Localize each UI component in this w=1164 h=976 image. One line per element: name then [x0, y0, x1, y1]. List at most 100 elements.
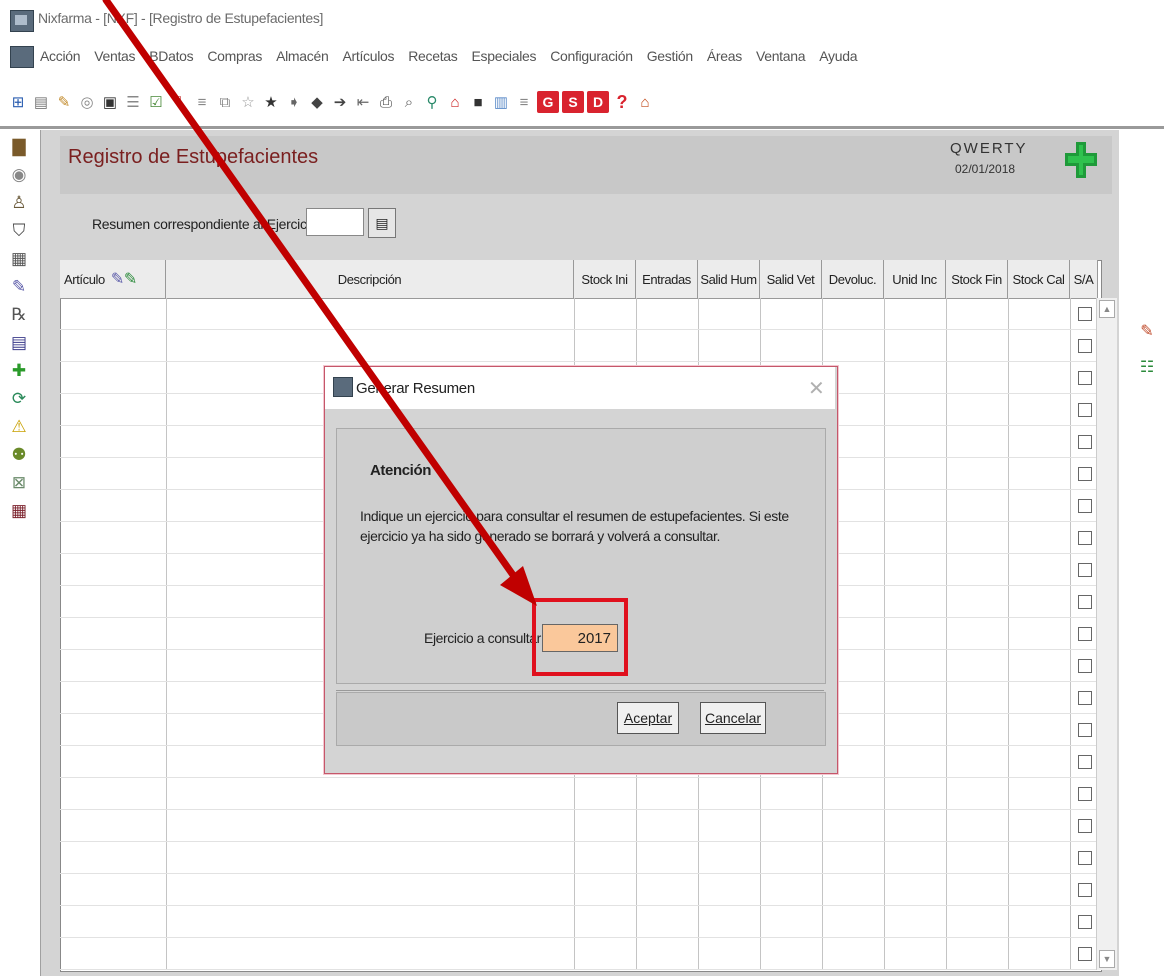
warning-icon[interactable]: ⚠ — [8, 416, 30, 438]
col-descripcion[interactable]: Descripción — [166, 260, 574, 298]
warehouse-icon[interactable]: ▦ — [8, 248, 30, 270]
row-sa-checkbox[interactable] — [1078, 627, 1092, 641]
exercise-input[interactable] — [306, 208, 364, 236]
col-devoluc[interactable]: Devoluc. — [822, 260, 884, 298]
accept-button[interactable]: Aceptar — [617, 702, 679, 734]
tree-icon[interactable]: ⊞ — [8, 92, 28, 112]
col-salid-hum[interactable]: Salid Hum — [698, 260, 760, 298]
print-icon[interactable]: ⎙ — [376, 92, 396, 112]
row-sa-checkbox[interactable] — [1078, 499, 1092, 513]
lock-icon[interactable]: ⌂ — [445, 92, 465, 112]
sync-icon[interactable]: ⟳ — [8, 388, 30, 410]
list-sort-icon[interactable]: ☷ — [1136, 356, 1158, 378]
database-icon[interactable]: ◉ — [8, 164, 30, 186]
row-sa-checkbox[interactable] — [1078, 307, 1092, 321]
star-outline-icon[interactable]: ☆ — [238, 92, 258, 112]
menu-recetas[interactable]: Recetas — [408, 48, 458, 64]
sales-icon[interactable]: ▇ — [8, 136, 30, 158]
row-sa-checkbox[interactable] — [1078, 659, 1092, 673]
row-sa-checkbox[interactable] — [1078, 851, 1092, 865]
menu-configuracion[interactable]: Configuración — [550, 48, 633, 64]
row-sa-checkbox[interactable] — [1078, 723, 1092, 737]
scroll-up-icon[interactable]: ▲ — [1099, 300, 1115, 318]
user-icon[interactable]: ⚲ — [422, 92, 442, 112]
stop-icon[interactable]: ■ — [468, 92, 488, 112]
notes-icon[interactable]: ≡ — [192, 92, 212, 112]
row-sa-checkbox[interactable] — [1078, 339, 1092, 353]
row-sa-checkbox[interactable] — [1078, 371, 1092, 385]
row-sa-checkbox[interactable] — [1078, 915, 1092, 929]
menu-app-icon[interactable] — [10, 46, 34, 68]
row-sa-checkbox[interactable] — [1078, 691, 1092, 705]
row-sa-checkbox[interactable] — [1078, 883, 1092, 897]
scroll-down-icon[interactable]: ▼ — [1099, 950, 1115, 968]
row-sa-checkbox[interactable] — [1078, 563, 1092, 577]
exit-icon[interactable]: ⌂ — [635, 92, 655, 112]
pharmacy-cross-icon[interactable]: ✚ — [8, 360, 30, 382]
row-sa-checkbox[interactable] — [1078, 467, 1092, 481]
close-icon[interactable]: ✕ — [808, 376, 825, 401]
cancel-button[interactable]: Cancelar — [700, 702, 766, 734]
menu-ayuda[interactable]: Ayuda — [819, 48, 857, 64]
d-button[interactable]: D — [587, 91, 609, 113]
edit-article-icon[interactable]: ✎ — [111, 269, 124, 289]
menu-lines-icon[interactable]: ≡ — [514, 92, 534, 112]
menu-ventana[interactable]: Ventana — [756, 48, 806, 64]
filter-icon[interactable]: ⇤ — [353, 92, 373, 112]
next-record-icon[interactable]: ➧ — [284, 92, 304, 112]
menu-compras[interactable]: Compras — [207, 48, 262, 64]
help-button[interactable]: ? — [612, 92, 632, 112]
cart-icon[interactable]: ⛉ — [8, 220, 30, 242]
s-button[interactable]: S — [562, 91, 584, 113]
row-sa-checkbox[interactable] — [1078, 947, 1092, 961]
row-sa-checkbox[interactable] — [1078, 531, 1092, 545]
menu-especiales[interactable]: Especiales — [471, 48, 536, 64]
prescription-icon[interactable]: ℞ — [8, 304, 30, 326]
edit-icon[interactable]: ✎ — [54, 92, 74, 112]
row-sa-checkbox[interactable] — [1078, 755, 1092, 769]
window-icon[interactable]: ▥ — [491, 92, 511, 112]
edit-note-icon[interactable]: ✎ — [1136, 320, 1158, 342]
menu-almacen[interactable]: Almacén — [276, 48, 329, 64]
refresh-icon[interactable]: ◎ — [77, 92, 97, 112]
menu-articulos[interactable]: Artículos — [342, 48, 394, 64]
col-sa[interactable]: S/A — [1070, 260, 1098, 298]
save-icon[interactable]: ▣ — [100, 92, 120, 112]
row-sa-checkbox[interactable] — [1078, 595, 1092, 609]
g-button[interactable]: G — [537, 91, 559, 113]
document-icon[interactable]: ▤ — [31, 92, 51, 112]
col-unid-inc[interactable]: Unid Inc — [884, 260, 946, 298]
menu-gestion[interactable]: Gestión — [647, 48, 693, 64]
copy-icon[interactable]: ⧉ — [215, 92, 235, 112]
preview-icon[interactable]: ⌕ — [399, 92, 419, 112]
col-salid-vet[interactable]: Salid Vet — [760, 260, 822, 298]
menu-bdatos[interactable]: BDatos — [149, 48, 193, 64]
col-stock-cal[interactable]: Stock Cal — [1008, 260, 1070, 298]
menu-accion[interactable]: Acción — [40, 48, 81, 64]
generate-summary-icon[interactable]: ▤ — [368, 208, 396, 238]
col-stock-fin[interactable]: Stock Fin — [946, 260, 1008, 298]
exercise-to-query-input[interactable]: 2017 — [542, 624, 618, 652]
row-sa-checkbox[interactable] — [1078, 435, 1092, 449]
register-icon[interactable]: ▤ — [8, 332, 30, 354]
export-icon[interactable]: ⇩ — [169, 92, 189, 112]
row-sa-checkbox[interactable] — [1078, 403, 1092, 417]
list-icon[interactable]: ☰ — [123, 92, 143, 112]
check-icon[interactable]: ☑ — [146, 92, 166, 112]
row-sa-checkbox[interactable] — [1078, 819, 1092, 833]
star-icon[interactable]: ★ — [261, 92, 281, 112]
users-icon[interactable]: ⚉ — [8, 444, 30, 466]
arrow-right-icon[interactable]: ➔ — [330, 92, 350, 112]
pencil-icon[interactable]: ✎ — [8, 276, 30, 298]
row-sa-checkbox[interactable] — [1078, 787, 1092, 801]
col-stock-ini[interactable]: Stock Ini — [574, 260, 636, 298]
col-entradas[interactable]: Entradas — [636, 260, 698, 298]
calendar-icon[interactable]: ▦ — [8, 500, 30, 522]
person-icon[interactable]: ♙ — [8, 192, 30, 214]
col-articulo[interactable]: Artículo ✎ ✎ — [60, 260, 166, 298]
add-article-icon[interactable]: ✎ — [124, 269, 137, 289]
grid-scrollbar[interactable]: ▲ ▼ — [1096, 298, 1117, 970]
arrow-left-icon[interactable]: ◆ — [307, 92, 327, 112]
menu-ventas[interactable]: Ventas — [94, 48, 135, 64]
network-icon[interactable]: ⊠ — [8, 472, 30, 494]
